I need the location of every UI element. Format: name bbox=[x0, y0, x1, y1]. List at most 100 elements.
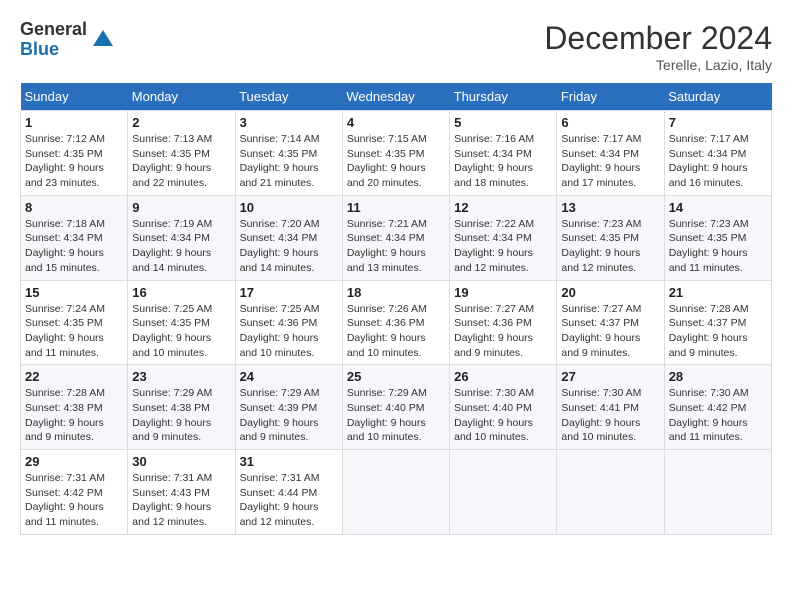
calendar-week-row: 22 Sunrise: 7:28 AM Sunset: 4:38 PM Dayl… bbox=[21, 365, 772, 450]
calendar-week-row: 29 Sunrise: 7:31 AM Sunset: 4:42 PM Dayl… bbox=[21, 450, 772, 535]
day-info: Sunrise: 7:26 AM Sunset: 4:36 PM Dayligh… bbox=[347, 302, 445, 361]
day-info: Sunrise: 7:29 AM Sunset: 4:40 PM Dayligh… bbox=[347, 386, 445, 445]
calendar-cell: 23 Sunrise: 7:29 AM Sunset: 4:38 PM Dayl… bbox=[128, 365, 235, 450]
day-info: Sunrise: 7:30 AM Sunset: 4:42 PM Dayligh… bbox=[669, 386, 767, 445]
logo-blue: Blue bbox=[20, 40, 87, 60]
calendar-cell: 22 Sunrise: 7:28 AM Sunset: 4:38 PM Dayl… bbox=[21, 365, 128, 450]
calendar-cell: 2 Sunrise: 7:13 AM Sunset: 4:35 PM Dayli… bbox=[128, 111, 235, 196]
calendar-cell: 30 Sunrise: 7:31 AM Sunset: 4:43 PM Dayl… bbox=[128, 450, 235, 535]
day-number: 19 bbox=[454, 285, 552, 300]
calendar-cell: 26 Sunrise: 7:30 AM Sunset: 4:40 PM Dayl… bbox=[450, 365, 557, 450]
day-number: 5 bbox=[454, 115, 552, 130]
day-info: Sunrise: 7:20 AM Sunset: 4:34 PM Dayligh… bbox=[240, 217, 338, 276]
weekday-header: Saturday bbox=[664, 83, 771, 111]
day-info: Sunrise: 7:30 AM Sunset: 4:41 PM Dayligh… bbox=[561, 386, 659, 445]
day-number: 3 bbox=[240, 115, 338, 130]
day-info: Sunrise: 7:15 AM Sunset: 4:35 PM Dayligh… bbox=[347, 132, 445, 191]
calendar-cell: 18 Sunrise: 7:26 AM Sunset: 4:36 PM Dayl… bbox=[342, 280, 449, 365]
page-header: General Blue December 2024 Terelle, Lazi… bbox=[20, 20, 772, 73]
day-number: 29 bbox=[25, 454, 123, 469]
calendar-cell: 14 Sunrise: 7:23 AM Sunset: 4:35 PM Dayl… bbox=[664, 195, 771, 280]
title-block: December 2024 Terelle, Lazio, Italy bbox=[544, 20, 772, 73]
day-info: Sunrise: 7:28 AM Sunset: 4:37 PM Dayligh… bbox=[669, 302, 767, 361]
calendar-cell: 25 Sunrise: 7:29 AM Sunset: 4:40 PM Dayl… bbox=[342, 365, 449, 450]
day-info: Sunrise: 7:18 AM Sunset: 4:34 PM Dayligh… bbox=[25, 217, 123, 276]
day-info: Sunrise: 7:21 AM Sunset: 4:34 PM Dayligh… bbox=[347, 217, 445, 276]
calendar-cell: 29 Sunrise: 7:31 AM Sunset: 4:42 PM Dayl… bbox=[21, 450, 128, 535]
day-number: 23 bbox=[132, 369, 230, 384]
day-info: Sunrise: 7:25 AM Sunset: 4:36 PM Dayligh… bbox=[240, 302, 338, 361]
day-number: 4 bbox=[347, 115, 445, 130]
day-number: 27 bbox=[561, 369, 659, 384]
day-number: 14 bbox=[669, 200, 767, 215]
calendar-cell: 4 Sunrise: 7:15 AM Sunset: 4:35 PM Dayli… bbox=[342, 111, 449, 196]
day-number: 25 bbox=[347, 369, 445, 384]
day-number: 11 bbox=[347, 200, 445, 215]
day-info: Sunrise: 7:25 AM Sunset: 4:35 PM Dayligh… bbox=[132, 302, 230, 361]
logo-icon bbox=[91, 28, 115, 52]
day-number: 1 bbox=[25, 115, 123, 130]
calendar-week-row: 8 Sunrise: 7:18 AM Sunset: 4:34 PM Dayli… bbox=[21, 195, 772, 280]
day-info: Sunrise: 7:17 AM Sunset: 4:34 PM Dayligh… bbox=[669, 132, 767, 191]
logo-general: General bbox=[20, 20, 87, 40]
calendar-cell bbox=[450, 450, 557, 535]
day-number: 12 bbox=[454, 200, 552, 215]
calendar-cell: 8 Sunrise: 7:18 AM Sunset: 4:34 PM Dayli… bbox=[21, 195, 128, 280]
weekday-header: Wednesday bbox=[342, 83, 449, 111]
weekday-header: Monday bbox=[128, 83, 235, 111]
logo: General Blue bbox=[20, 20, 115, 60]
weekday-header: Friday bbox=[557, 83, 664, 111]
day-info: Sunrise: 7:29 AM Sunset: 4:38 PM Dayligh… bbox=[132, 386, 230, 445]
weekday-header: Sunday bbox=[21, 83, 128, 111]
calendar-cell bbox=[664, 450, 771, 535]
calendar-cell: 7 Sunrise: 7:17 AM Sunset: 4:34 PM Dayli… bbox=[664, 111, 771, 196]
day-number: 30 bbox=[132, 454, 230, 469]
day-info: Sunrise: 7:27 AM Sunset: 4:36 PM Dayligh… bbox=[454, 302, 552, 361]
calendar-cell: 11 Sunrise: 7:21 AM Sunset: 4:34 PM Dayl… bbox=[342, 195, 449, 280]
calendar-cell: 5 Sunrise: 7:16 AM Sunset: 4:34 PM Dayli… bbox=[450, 111, 557, 196]
calendar-cell: 9 Sunrise: 7:19 AM Sunset: 4:34 PM Dayli… bbox=[128, 195, 235, 280]
day-number: 28 bbox=[669, 369, 767, 384]
day-info: Sunrise: 7:23 AM Sunset: 4:35 PM Dayligh… bbox=[669, 217, 767, 276]
day-info: Sunrise: 7:12 AM Sunset: 4:35 PM Dayligh… bbox=[25, 132, 123, 191]
calendar-cell bbox=[342, 450, 449, 535]
day-number: 10 bbox=[240, 200, 338, 215]
weekday-header: Thursday bbox=[450, 83, 557, 111]
calendar-cell: 6 Sunrise: 7:17 AM Sunset: 4:34 PM Dayli… bbox=[557, 111, 664, 196]
day-info: Sunrise: 7:30 AM Sunset: 4:40 PM Dayligh… bbox=[454, 386, 552, 445]
day-info: Sunrise: 7:23 AM Sunset: 4:35 PM Dayligh… bbox=[561, 217, 659, 276]
day-info: Sunrise: 7:17 AM Sunset: 4:34 PM Dayligh… bbox=[561, 132, 659, 191]
day-info: Sunrise: 7:31 AM Sunset: 4:42 PM Dayligh… bbox=[25, 471, 123, 530]
calendar-cell: 10 Sunrise: 7:20 AM Sunset: 4:34 PM Dayl… bbox=[235, 195, 342, 280]
calendar-cell: 31 Sunrise: 7:31 AM Sunset: 4:44 PM Dayl… bbox=[235, 450, 342, 535]
day-number: 2 bbox=[132, 115, 230, 130]
day-number: 22 bbox=[25, 369, 123, 384]
day-info: Sunrise: 7:14 AM Sunset: 4:35 PM Dayligh… bbox=[240, 132, 338, 191]
calendar-cell: 27 Sunrise: 7:30 AM Sunset: 4:41 PM Dayl… bbox=[557, 365, 664, 450]
day-number: 17 bbox=[240, 285, 338, 300]
calendar-table: SundayMondayTuesdayWednesdayThursdayFrid… bbox=[20, 83, 772, 535]
calendar-cell: 17 Sunrise: 7:25 AM Sunset: 4:36 PM Dayl… bbox=[235, 280, 342, 365]
day-number: 21 bbox=[669, 285, 767, 300]
day-info: Sunrise: 7:31 AM Sunset: 4:44 PM Dayligh… bbox=[240, 471, 338, 530]
calendar-cell: 15 Sunrise: 7:24 AM Sunset: 4:35 PM Dayl… bbox=[21, 280, 128, 365]
calendar-cell: 20 Sunrise: 7:27 AM Sunset: 4:37 PM Dayl… bbox=[557, 280, 664, 365]
calendar-week-row: 15 Sunrise: 7:24 AM Sunset: 4:35 PM Dayl… bbox=[21, 280, 772, 365]
calendar-week-row: 1 Sunrise: 7:12 AM Sunset: 4:35 PM Dayli… bbox=[21, 111, 772, 196]
calendar-cell: 19 Sunrise: 7:27 AM Sunset: 4:36 PM Dayl… bbox=[450, 280, 557, 365]
day-number: 31 bbox=[240, 454, 338, 469]
day-info: Sunrise: 7:27 AM Sunset: 4:37 PM Dayligh… bbox=[561, 302, 659, 361]
day-info: Sunrise: 7:24 AM Sunset: 4:35 PM Dayligh… bbox=[25, 302, 123, 361]
weekday-header: Tuesday bbox=[235, 83, 342, 111]
day-number: 15 bbox=[25, 285, 123, 300]
calendar-cell: 24 Sunrise: 7:29 AM Sunset: 4:39 PM Dayl… bbox=[235, 365, 342, 450]
day-number: 18 bbox=[347, 285, 445, 300]
day-number: 16 bbox=[132, 285, 230, 300]
day-info: Sunrise: 7:29 AM Sunset: 4:39 PM Dayligh… bbox=[240, 386, 338, 445]
day-info: Sunrise: 7:31 AM Sunset: 4:43 PM Dayligh… bbox=[132, 471, 230, 530]
calendar-cell: 13 Sunrise: 7:23 AM Sunset: 4:35 PM Dayl… bbox=[557, 195, 664, 280]
day-info: Sunrise: 7:28 AM Sunset: 4:38 PM Dayligh… bbox=[25, 386, 123, 445]
month-title: December 2024 bbox=[544, 20, 772, 57]
day-info: Sunrise: 7:13 AM Sunset: 4:35 PM Dayligh… bbox=[132, 132, 230, 191]
calendar-cell bbox=[557, 450, 664, 535]
